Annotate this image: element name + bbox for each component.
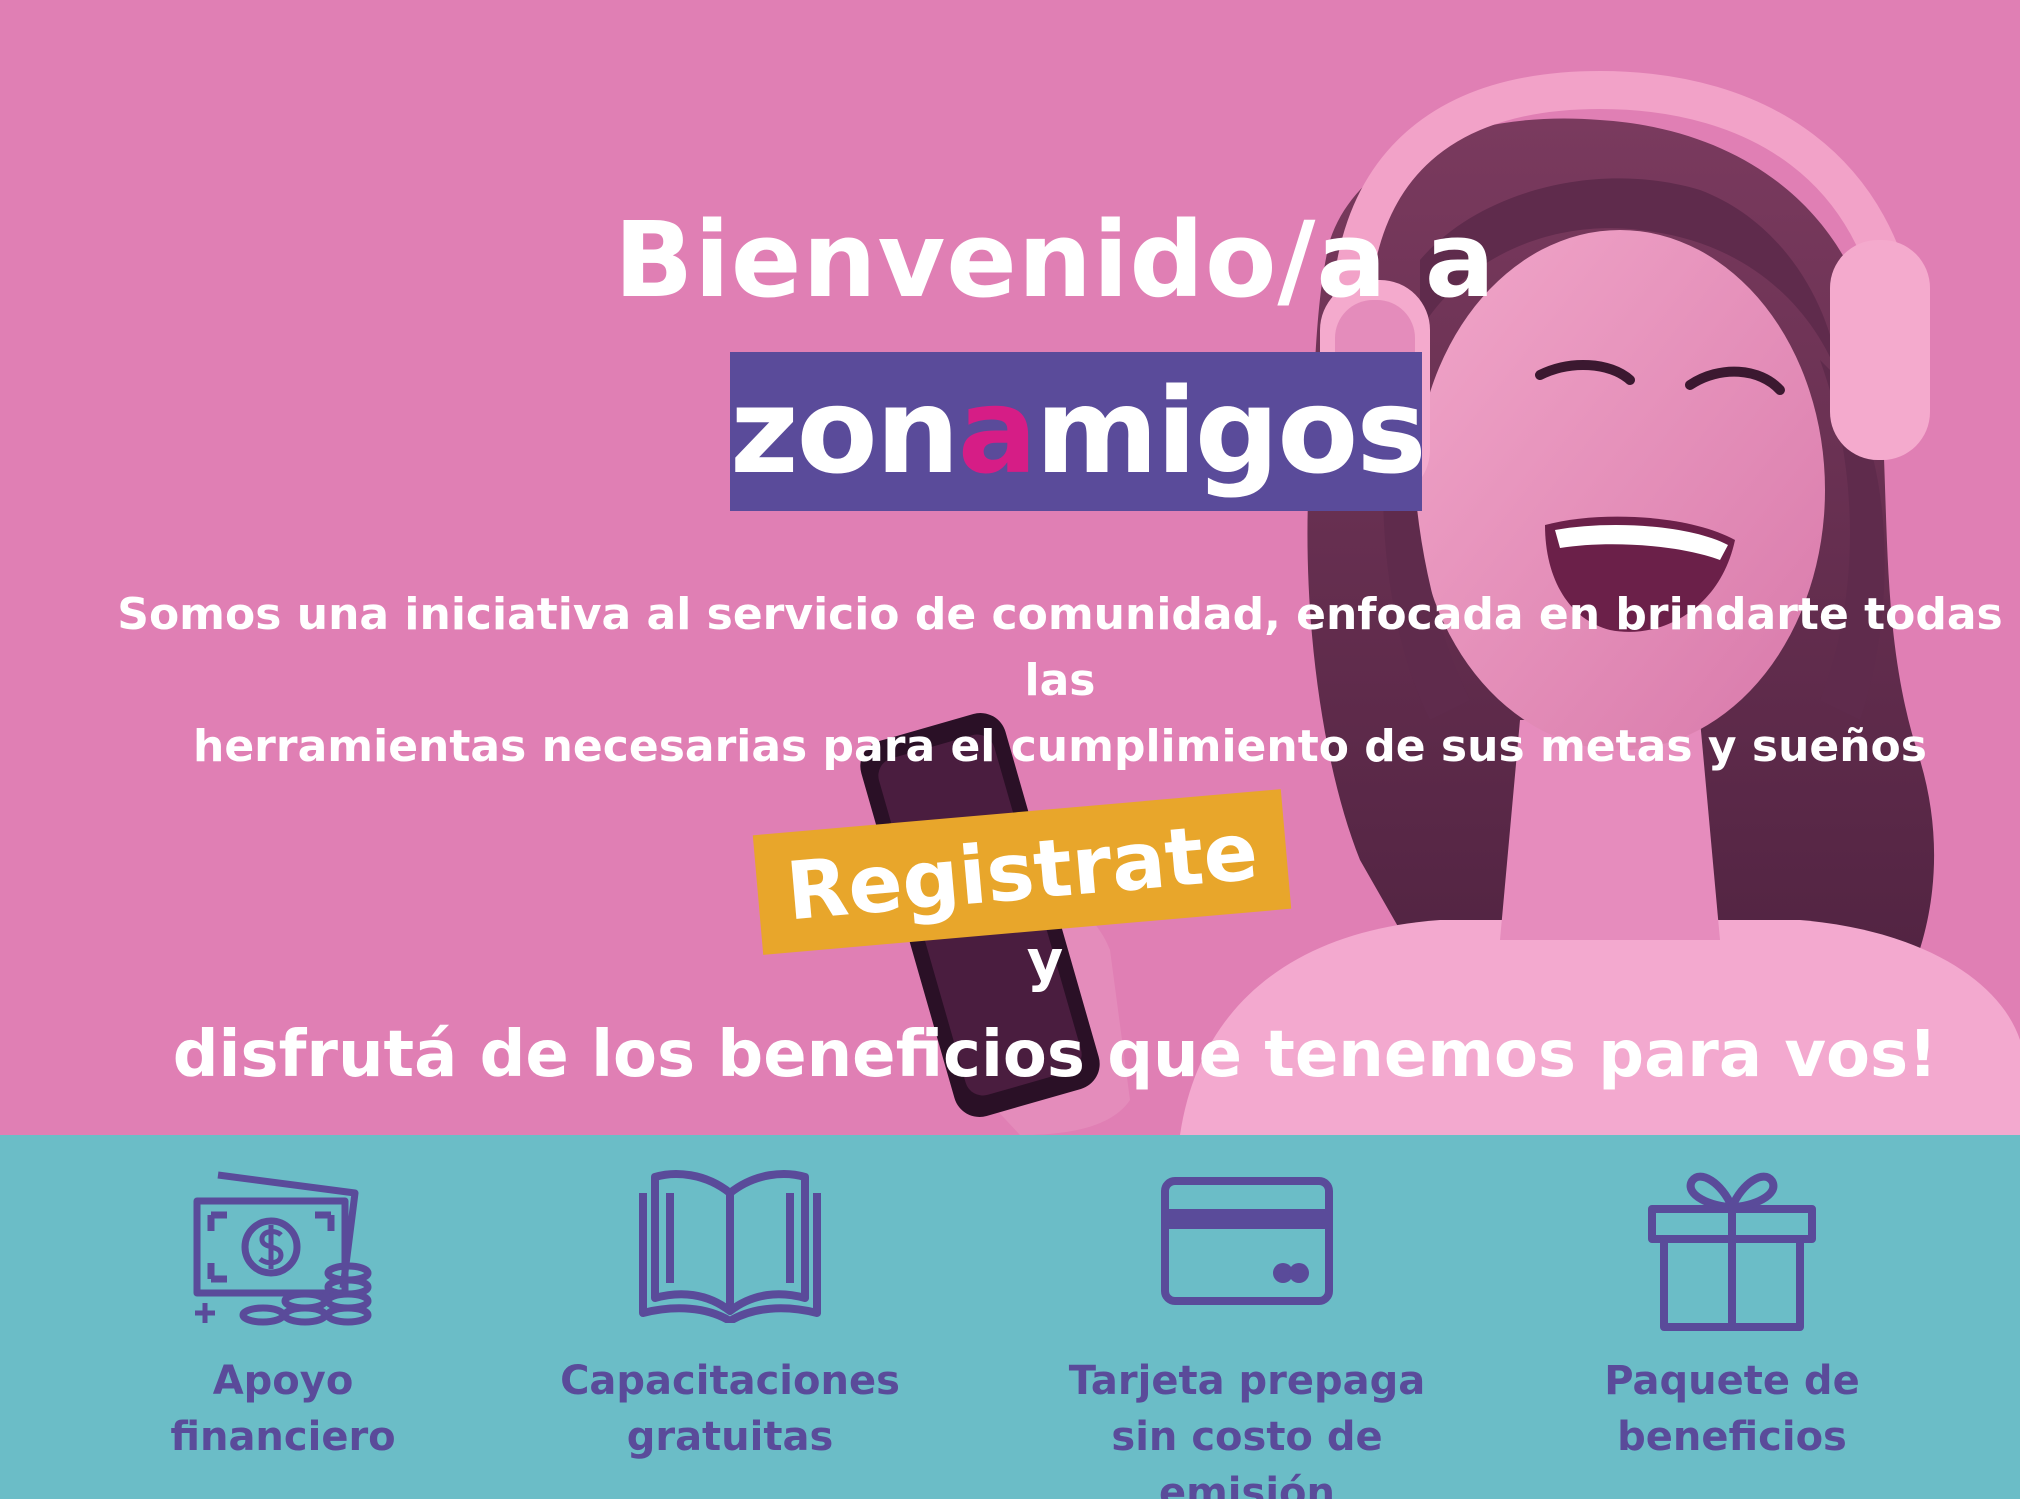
benefit-label-line1: Apoyo <box>212 1358 354 1404</box>
benefit-prepaid-card: Tarjeta prepaga sin costo de emisión <box>1037 1135 1457 1499</box>
benefits-section: Apoyo financiero Capacitaciones gratuita… <box>0 1135 2020 1499</box>
logo-text-accent: a <box>957 362 1038 500</box>
benefit-label: Capacitaciones gratuitas <box>520 1353 940 1465</box>
benefit-label: Tarjeta prepaga sin costo de emisión <box>1037 1353 1457 1499</box>
hero-section: Bienvenido/a a zonamigos Somos una inici… <box>0 0 2020 1135</box>
welcome-headline: Bienvenido/a a <box>614 199 1496 321</box>
intro-text: Somos una iniciativa al servicio de comu… <box>80 582 2020 780</box>
benefit-label-line2: beneficios <box>1617 1414 1847 1460</box>
book-icon <box>639 1170 821 1323</box>
benefit-label-line1: Capacitaciones <box>560 1358 900 1404</box>
logo-text-part2: migos <box>1035 362 1426 500</box>
benefit-label-line2: sin costo de emisión <box>1111 1414 1383 1499</box>
benefit-label-line2: financiero <box>170 1414 396 1460</box>
benefit-label-line2: gratuitas <box>626 1414 834 1460</box>
credit-card-icon <box>1161 1177 1333 1305</box>
enjoy-benefits-text: disfrutá de los beneficios que tenemos p… <box>172 1018 1938 1092</box>
gift-icon <box>1648 1172 1816 1331</box>
benefit-benefits-package: Paquete de beneficios <box>1522 1135 1942 1499</box>
intro-line-2: herramientas necesarias para el cumplimi… <box>193 721 1927 772</box>
zonamigos-logo: zonamigos <box>730 352 1427 511</box>
benefit-label: Paquete de beneficios <box>1522 1353 1942 1465</box>
money-icon <box>193 1171 372 1326</box>
benefit-free-training: Capacitaciones gratuitas <box>520 1135 940 1499</box>
benefit-financial-support: Apoyo financiero <box>73 1135 493 1499</box>
landing-page: Bienvenido/a a zonamigos Somos una inici… <box>0 0 2020 1499</box>
benefit-label-line1: Paquete de <box>1604 1358 1860 1404</box>
benefit-label: Apoyo financiero <box>73 1353 493 1465</box>
connector-text: y <box>1026 929 1064 994</box>
intro-line-1: Somos una iniciativa al servicio de comu… <box>117 589 2003 706</box>
benefit-label-line1: Tarjeta prepaga <box>1068 1358 1426 1404</box>
logo-text-part1: zon <box>730 362 960 500</box>
